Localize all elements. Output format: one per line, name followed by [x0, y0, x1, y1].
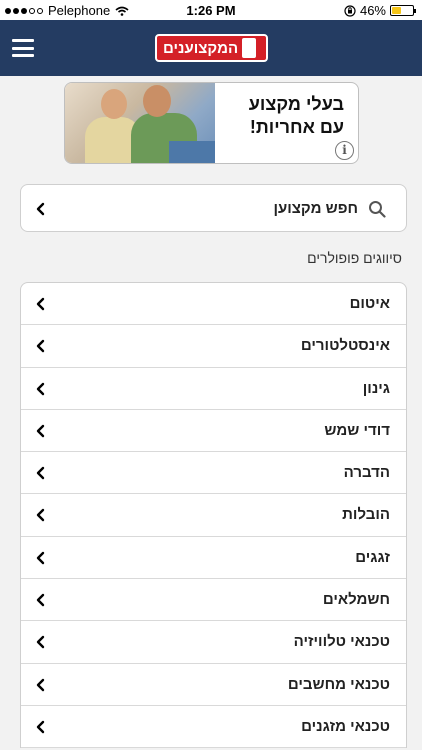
advertisement-banner[interactable]: בעלי מקצוע עם אחריות! i	[64, 82, 359, 164]
status-right: 46%	[344, 3, 416, 18]
category-label: גינון	[362, 379, 390, 397]
worker-figure-icon	[242, 38, 257, 58]
logo-text: המקצוענים	[163, 39, 239, 57]
search-icon	[369, 201, 386, 218]
battery-fill	[392, 7, 402, 14]
category-list-item[interactable]: דודי שמש	[21, 410, 406, 453]
chevron-left-icon	[36, 466, 45, 480]
category-label: הובלות	[342, 506, 390, 524]
category-list-item[interactable]: גינון	[21, 368, 406, 410]
search-label: חפש מקצוען	[273, 200, 358, 217]
category-label: טכנאי מזגנים	[301, 717, 390, 735]
banner-line-1: בעלי מקצוע	[248, 94, 344, 114]
hamburger-menu-icon[interactable]	[12, 39, 34, 57]
app-header: המקצוענים	[0, 20, 422, 76]
category-list-item[interactable]: איטום	[21, 283, 406, 326]
banner-couple-photo	[65, 83, 215, 163]
category-list-item[interactable]: אינסטלטורים	[21, 325, 406, 368]
category-list-item[interactable]: טכנאי מחשבים	[21, 664, 406, 706]
search-professional-button[interactable]: חפש מקצוען	[20, 184, 407, 232]
category-list-item[interactable]: זגגים	[21, 537, 406, 580]
category-list-item[interactable]: הובלות	[21, 494, 406, 537]
category-label: דודי שמש	[324, 421, 390, 439]
chevron-left-icon	[36, 297, 45, 311]
category-label: איטום	[349, 295, 390, 312]
status-bar: Pelephone 1:26 PM 46%	[0, 0, 422, 20]
chevron-left-icon	[36, 382, 45, 395]
category-label: טכנאי מחשבים	[287, 675, 390, 693]
battery-tip	[414, 9, 416, 13]
chevron-left-icon	[36, 509, 45, 522]
chevron-left-icon	[36, 340, 45, 353]
category-list: איטום אינסטלטורים גינון דודי שמש הדברה הובלות…	[20, 282, 407, 749]
battery-percent: 46%	[359, 3, 386, 18]
category-label: אינסטלטורים	[300, 337, 390, 355]
category-label: טכנאי טלוויזיה	[293, 633, 390, 651]
banner-line-2: עם אחריות!	[249, 117, 344, 137]
category-label: זגגים	[355, 548, 390, 566]
battery-icon	[390, 5, 416, 16]
category-list-item[interactable]: הדברה	[21, 452, 406, 495]
category-list-item[interactable]: חשמלאים	[21, 579, 406, 622]
chevron-left-icon	[36, 636, 45, 649]
category-list-item[interactable]: טכנאי מזגנים	[21, 706, 406, 749]
chevron-left-icon	[36, 424, 45, 438]
chevron-left-icon	[36, 202, 45, 216]
chevron-left-icon	[36, 720, 45, 734]
chevron-left-icon	[36, 678, 45, 691]
rotation-lock-icon	[344, 4, 356, 17]
chevron-left-icon	[36, 593, 45, 607]
category-label: חשמלאים	[322, 591, 390, 609]
popular-categories-title: סיווגים פופולרים	[307, 250, 402, 266]
banner-text: בעלי מקצוע עם אחריות!	[204, 93, 344, 139]
chevron-left-icon	[36, 551, 45, 564]
category-list-item[interactable]: טכנאי טלוויזיה	[21, 621, 406, 664]
category-label: הדברה	[343, 464, 390, 482]
info-icon[interactable]: i	[335, 141, 354, 160]
app-logo[interactable]: המקצוענים	[155, 34, 268, 62]
